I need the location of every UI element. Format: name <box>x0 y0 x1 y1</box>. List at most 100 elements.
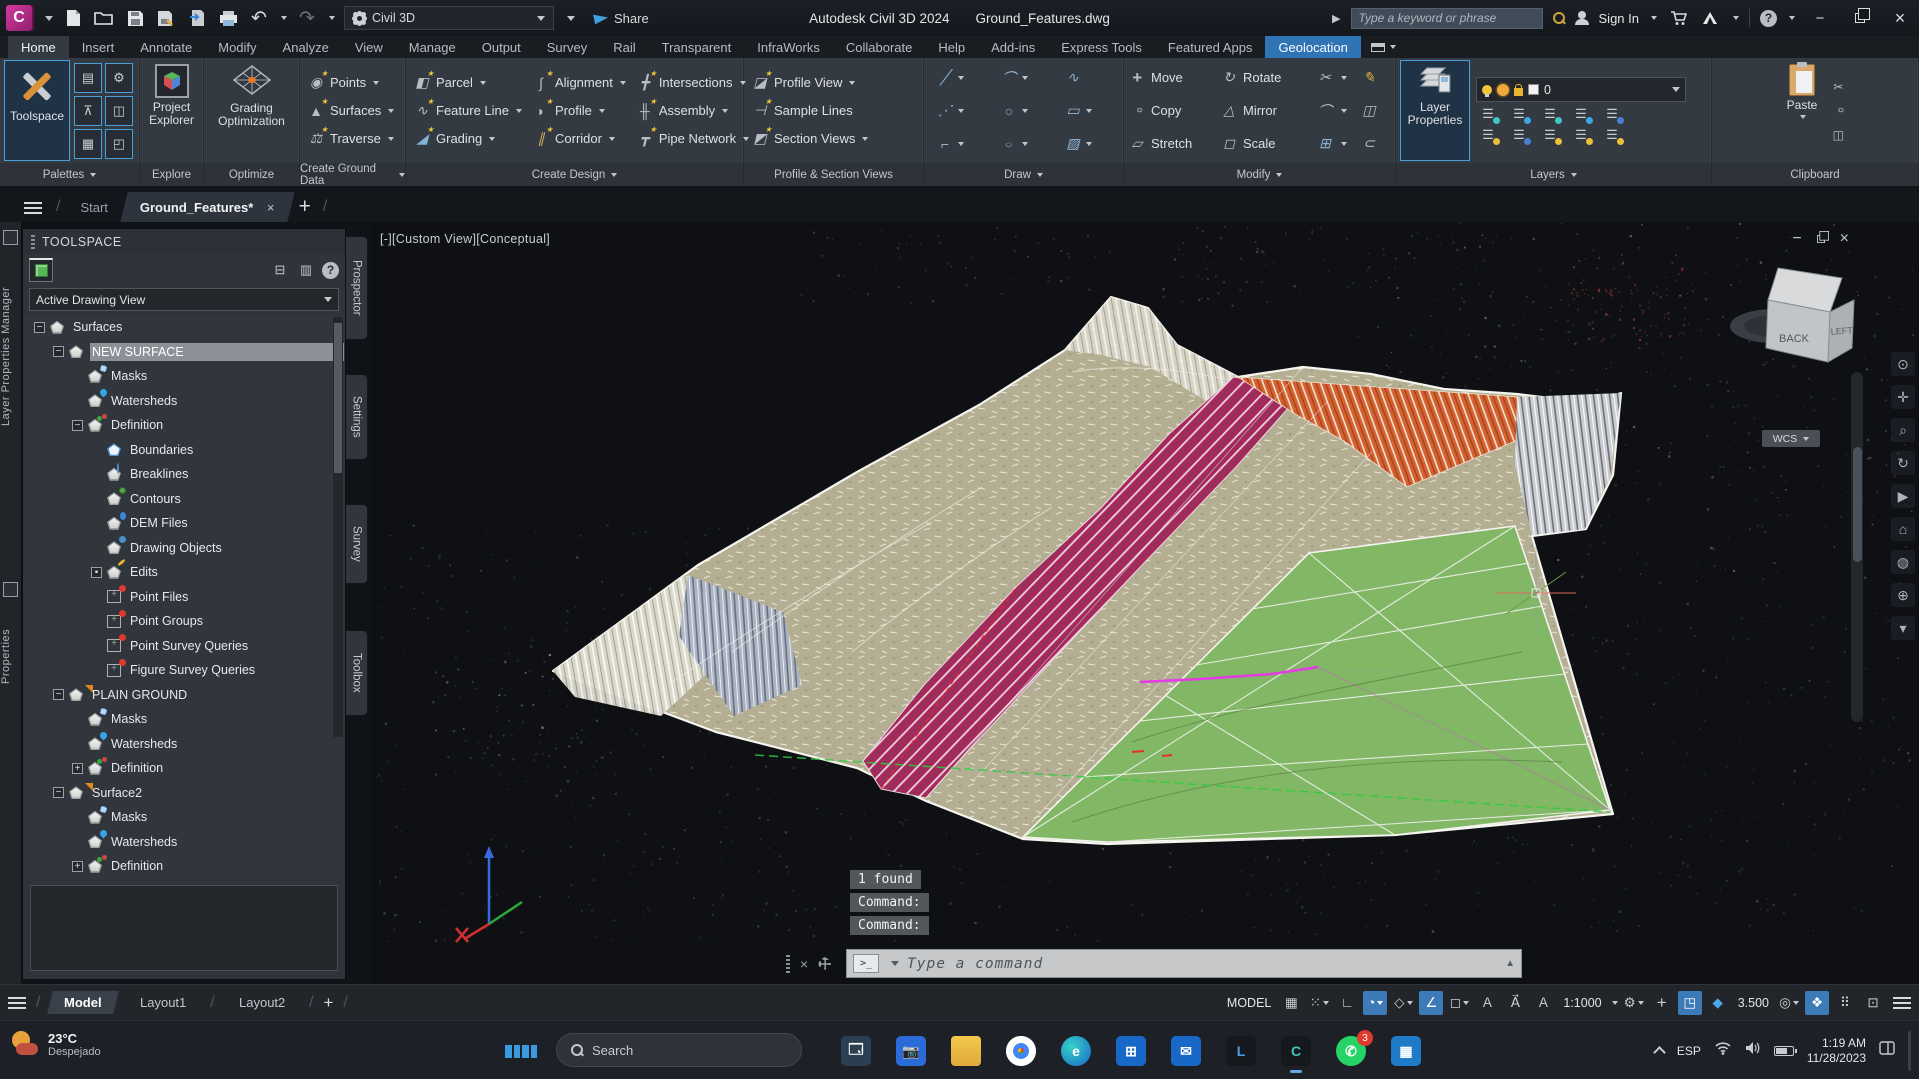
ribbon-display-toggle[interactable] <box>1371 36 1396 58</box>
layer-thaw-all-icon[interactable] <box>1538 126 1562 144</box>
ribbon-tab-express-tools[interactable]: Express Tools <box>1048 36 1155 58</box>
draw-revision-cloud-button[interactable] <box>1056 69 1120 87</box>
save-icon[interactable] <box>124 7 146 29</box>
object-snap-icon[interactable]: ◻ <box>1447 991 1471 1015</box>
toolspace-help-icon[interactable]: ? <box>322 262 339 279</box>
save-as-icon[interactable] <box>155 7 177 29</box>
tree-item-figure-survey-queries[interactable]: Figure Survey Queries <box>24 658 344 683</box>
array-button[interactable] <box>1316 135 1360 153</box>
showmotion-icon[interactable]: ▶ <box>1891 484 1915 508</box>
ribbon-tab-collaborate[interactable]: Collaborate <box>833 36 926 58</box>
grading-button[interactable]: Grading <box>410 126 525 152</box>
volume-icon[interactable] <box>1745 1041 1761 1060</box>
corridor-dropdown-icon[interactable] <box>609 137 615 141</box>
traverse-dropdown-icon[interactable] <box>388 137 394 141</box>
workspace-dropdown-icon[interactable] <box>537 16 545 21</box>
taskbar-desktop-app[interactable]: 🗔 <box>840 1035 872 1067</box>
rotate-button[interactable]: Rotate <box>1220 69 1316 87</box>
move-button[interactable]: Move <box>1128 69 1220 87</box>
elevation-value[interactable]: 3.500 <box>1734 996 1773 1010</box>
ribbon-tab-add-ins[interactable]: Add-ins <box>978 36 1048 58</box>
graphics-grid-icon[interactable]: ⠿ <box>1833 991 1857 1015</box>
layer-on-all-icon[interactable] <box>1476 126 1500 144</box>
help-search-input[interactable]: Type a keyword or phrase <box>1351 8 1543 29</box>
ribbon-tab-featured-apps[interactable]: Featured Apps <box>1155 36 1266 58</box>
palettes-panel-label[interactable]: Palettes <box>0 163 139 186</box>
home-view-icon[interactable]: ⌂ <box>1891 517 1915 541</box>
workspace-selector[interactable]: Civil 3D <box>344 6 554 30</box>
show-desktop-button[interactable] <box>1908 1031 1911 1071</box>
annotation-autoscale-icon[interactable]: A⃗ <box>1503 991 1527 1015</box>
snap-mode-icon[interactable]: ⁙ <box>1307 991 1331 1015</box>
layer-manager-collapsed-icon[interactable] <box>3 230 18 245</box>
tree-item-point-files[interactable]: Point Files <box>24 585 344 610</box>
command-expand-icon[interactable]: ▲ <box>1505 958 1515 969</box>
draw-line-button[interactable] <box>928 69 992 87</box>
workspace-switching-icon[interactable]: ⚙ <box>1622 991 1646 1015</box>
corridor-button[interactable]: Corridor <box>529 126 629 152</box>
undo-icon[interactable]: ↶ <box>248 7 270 29</box>
taskbar-app-l[interactable]: L <box>1225 1035 1257 1067</box>
tab-start[interactable]: Start <box>64 192 123 222</box>
ribbon-tab-manage[interactable]: Manage <box>396 36 469 58</box>
sample-lines-button[interactable]: Sample Lines <box>748 98 919 124</box>
tree-item-watersheds[interactable]: Watersheds <box>24 389 344 414</box>
profile-view-button[interactable]: Profile View <box>748 70 919 96</box>
erase-button[interactable] <box>1360 69 1388 87</box>
properties-toggle-icon[interactable]: ◰ <box>105 129 133 159</box>
create-design-panel-label[interactable]: Create Design <box>406 163 743 186</box>
cut-clip-icon[interactable] <box>1829 78 1847 96</box>
project-explorer-button[interactable]: Project Explorer <box>144 60 199 161</box>
tree-item-contours[interactable]: Contours <box>24 487 344 512</box>
layer-properties-button[interactable]: Layer Properties <box>1400 60 1470 161</box>
draw-rectangle-button[interactable] <box>1056 102 1120 120</box>
draw-polyline-button[interactable] <box>928 135 992 153</box>
isometric-drafting-icon[interactable]: ◇ <box>1391 991 1415 1015</box>
weather-widget[interactable]: 23°C Despejado <box>10 1029 101 1059</box>
layout1-tab[interactable]: Layout1 <box>123 991 203 1014</box>
search-expand-icon[interactable]: ▶ <box>1332 12 1340 25</box>
annotation-scale-dropdown[interactable] <box>1612 1001 1618 1005</box>
tree-expander-icon[interactable]: ▪ <box>91 567 102 578</box>
ribbon-tab-modify[interactable]: Modify <box>205 36 269 58</box>
ribbon-tab-output[interactable]: Output <box>469 36 534 58</box>
app-store-cart-icon[interactable] <box>1667 7 1689 29</box>
grading-dropdown-icon[interactable] <box>489 137 495 141</box>
tree-item-point-survey-queries[interactable]: Point Survey Queries <box>24 634 344 659</box>
ribbon-tab-infraworks[interactable]: InfraWorks <box>744 36 833 58</box>
paste-special-icon[interactable] <box>1829 126 1847 144</box>
wcs-selector[interactable]: WCS <box>1762 430 1820 447</box>
tree-item-plain-ground[interactable]: −PLAIN GROUND <box>24 683 344 708</box>
toolbox-toggle-icon[interactable]: ◫ <box>105 96 133 126</box>
3d-graphics-icon[interactable]: ◆ <box>1706 991 1730 1015</box>
navigation-bar-collapsed[interactable] <box>1851 372 1863 722</box>
start-button[interactable] <box>505 1035 537 1067</box>
new-layout-button[interactable]: + <box>323 993 333 1013</box>
ribbon-tab-home[interactable]: Home <box>8 36 69 58</box>
object-snap-tracking-icon[interactable]: ∠ <box>1419 991 1443 1015</box>
layer-make-current-icon[interactable] <box>1600 105 1624 123</box>
export-icon[interactable] <box>186 7 208 29</box>
redo-dropdown-icon[interactable] <box>329 16 335 20</box>
prospector-toggle-icon[interactable]: ▤ <box>74 63 102 93</box>
offset-button[interactable] <box>1360 135 1388 153</box>
layer-lock-icon[interactable] <box>1569 105 1593 123</box>
layer-off-icon[interactable] <box>1476 105 1500 123</box>
intersections-button[interactable]: Intersections <box>633 70 752 96</box>
surfaces-dropdown-icon[interactable] <box>388 109 394 113</box>
zoom-icon[interactable]: ⌕ <box>1891 418 1915 442</box>
ribbon-tab-help[interactable]: Help <box>925 36 978 58</box>
tree-expander-icon[interactable]: + <box>72 861 83 872</box>
taskbar-microsoft-store[interactable]: ⊞ <box>1115 1035 1147 1067</box>
annotation-scale-icon[interactable]: A <box>1531 991 1555 1015</box>
taskbar-edge[interactable]: e <box>1060 1035 1092 1067</box>
pan-icon[interactable]: ✛ <box>1891 385 1915 409</box>
tree-scrollbar-thumb[interactable] <box>334 323 342 473</box>
toolspace-titlebar[interactable]: TOOLSPACE <box>23 229 345 254</box>
ribbon-tab-geolocation[interactable]: Geolocation <box>1265 36 1360 58</box>
create-ground-data-panel-label[interactable]: Create Ground Data <box>300 163 405 186</box>
parcel-dropdown-icon[interactable] <box>480 81 486 85</box>
palette-tab-survey[interactable]: Survey <box>346 504 368 584</box>
layer-walk-icon[interactable] <box>1600 126 1624 144</box>
viewcube[interactable]: BACK LEFT <box>1730 250 1870 400</box>
